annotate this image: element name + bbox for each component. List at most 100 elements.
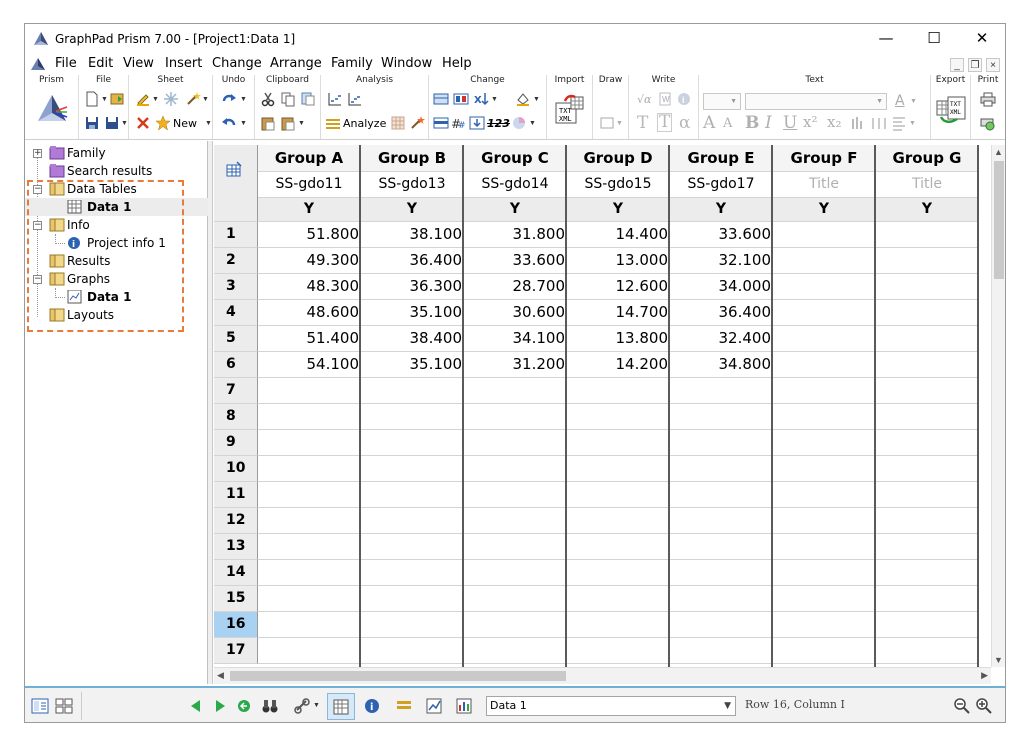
data-cell[interactable]: 34.000	[670, 274, 773, 300]
print-preview-icon[interactable]	[980, 115, 996, 131]
go-back-icon[interactable]	[235, 697, 253, 715]
data-cell[interactable]	[361, 482, 464, 508]
data-cell[interactable]: 54.100	[258, 352, 361, 378]
data-cell[interactable]	[670, 586, 773, 612]
pane-splitter[interactable]	[208, 141, 213, 684]
row-number[interactable]: 17	[214, 638, 258, 664]
prism-doc-icon[interactable]	[30, 56, 46, 72]
data-cell[interactable]	[464, 404, 567, 430]
column-group-header[interactable]: Group B	[361, 145, 464, 172]
data-cell[interactable]	[876, 300, 979, 326]
data-cell[interactable]	[567, 508, 670, 534]
column-group-header[interactable]: Group D	[567, 145, 670, 172]
nav-info[interactable]: − Info	[25, 216, 208, 234]
data-cell[interactable]	[670, 612, 773, 638]
data-cell[interactable]	[464, 534, 567, 560]
vertical-scroll-thumb[interactable]	[994, 161, 1004, 279]
export-xml-icon[interactable]: TXTXML	[935, 93, 967, 125]
open-file-icon[interactable]	[109, 91, 125, 107]
new-sheet-dropdown-icon[interactable]: ▼	[205, 120, 212, 127]
row-number[interactable]: 11	[214, 482, 258, 508]
equation-icon[interactable]: √α	[637, 91, 653, 107]
undo-icon[interactable]	[221, 115, 237, 131]
data-cell[interactable]	[773, 482, 876, 508]
data-cell[interactable]	[670, 560, 773, 586]
font-color-button[interactable]: A	[895, 93, 905, 109]
data-cell[interactable]	[567, 482, 670, 508]
data-cell[interactable]	[876, 274, 979, 300]
data-cell[interactable]: 35.100	[361, 300, 464, 326]
data-cell[interactable]	[876, 456, 979, 482]
xy-analysis-icon[interactable]	[327, 91, 343, 107]
subscript-button[interactable]: x₂	[827, 113, 841, 131]
next-sheet-icon[interactable]	[211, 697, 229, 715]
superscript-button[interactable]: x²	[803, 113, 817, 131]
nav-search-results[interactable]: Search results	[25, 162, 208, 180]
data-cell[interactable]	[876, 352, 979, 378]
font-grow-button[interactable]: A	[703, 113, 715, 133]
data-cell[interactable]	[670, 508, 773, 534]
data-cell[interactable]	[361, 456, 464, 482]
data-cell[interactable]	[876, 560, 979, 586]
data-cell[interactable]	[567, 404, 670, 430]
row-number[interactable]: 8	[214, 404, 258, 430]
data-cell[interactable]	[464, 560, 567, 586]
data-cell[interactable]: 51.800	[258, 222, 361, 248]
scroll-down-icon[interactable]: ▼	[994, 655, 1003, 665]
data-cell[interactable]: 34.800	[670, 352, 773, 378]
data-cell[interactable]	[567, 430, 670, 456]
data-cell[interactable]	[876, 586, 979, 612]
data-cell[interactable]	[876, 482, 979, 508]
scroll-up-icon[interactable]: ▲	[994, 147, 1003, 157]
table-format-icon[interactable]	[225, 161, 243, 179]
data-cell[interactable]: 51.400	[258, 326, 361, 352]
word-object-icon[interactable]: W	[657, 91, 673, 107]
previous-sheet-icon[interactable]	[187, 697, 205, 715]
data-cell[interactable]: 34.100	[464, 326, 567, 352]
nav-data-1[interactable]: Data 1	[25, 198, 208, 216]
data-cell[interactable]	[464, 612, 567, 638]
data-cell[interactable]	[773, 508, 876, 534]
data-cell[interactable]	[258, 612, 361, 638]
data-cell[interactable]: 36.400	[670, 300, 773, 326]
gallery-view-icon[interactable]	[55, 697, 73, 715]
data-cell[interactable]	[361, 378, 464, 404]
data-cell[interactable]	[773, 300, 876, 326]
data-cell[interactable]	[773, 222, 876, 248]
underline-button[interactable]: U	[783, 113, 797, 133]
highlight-dropdown-icon[interactable]: ▼	[152, 96, 159, 103]
data-cell[interactable]: 48.300	[258, 274, 361, 300]
data-cell[interactable]	[773, 612, 876, 638]
highlight-pen-icon[interactable]	[135, 91, 151, 107]
italic-button[interactable]: I	[765, 113, 772, 133]
save-as-icon[interactable]	[104, 115, 120, 131]
print-icon[interactable]	[980, 91, 996, 107]
data-cell[interactable]	[567, 612, 670, 638]
format-columns-icon[interactable]	[453, 91, 469, 107]
copy-icon[interactable]	[280, 91, 296, 107]
text-tool-button[interactable]: T	[637, 113, 648, 133]
zoom-in-icon[interactable]	[975, 697, 993, 715]
data-cell[interactable]	[670, 534, 773, 560]
data-cell[interactable]	[670, 378, 773, 404]
redo-dropdown-icon[interactable]: ▼	[240, 96, 247, 103]
menu-file[interactable]: File	[55, 56, 77, 71]
data-cell[interactable]: 38.100	[361, 222, 464, 248]
import-down-icon[interactable]	[469, 115, 485, 131]
data-cell[interactable]	[773, 248, 876, 274]
align-dropdown-icon[interactable]: ▼	[909, 120, 916, 127]
horizontal-scroll-thumb[interactable]	[230, 671, 566, 681]
font-family-select[interactable]: ▼	[745, 93, 887, 110]
font-family-dropdown-icon[interactable]: ▼	[876, 98, 883, 105]
data-cell[interactable]: 36.400	[361, 248, 464, 274]
menu-arrange[interactable]: Arrange	[270, 56, 322, 71]
delete-sheet-icon[interactable]	[135, 115, 151, 131]
row-number[interactable]: 1	[214, 222, 258, 248]
font-color-dropdown-icon[interactable]: ▼	[910, 98, 917, 105]
data-cell[interactable]	[670, 404, 773, 430]
redo-icon[interactable]	[221, 91, 237, 107]
data-cell[interactable]	[361, 586, 464, 612]
column-title[interactable]: Title	[876, 172, 979, 198]
row-number[interactable]: 12	[214, 508, 258, 534]
link-icon[interactable]	[293, 697, 311, 715]
